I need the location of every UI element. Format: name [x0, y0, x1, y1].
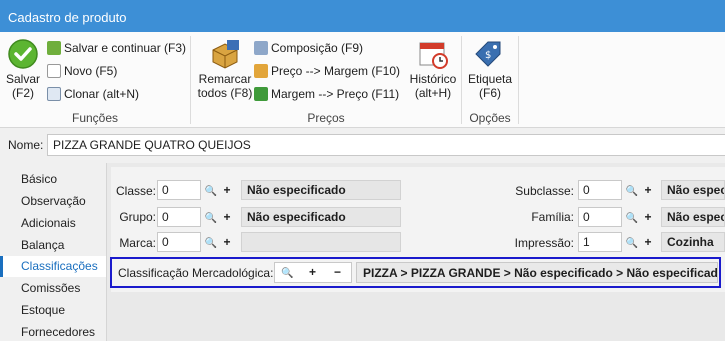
add-icon[interactable]: +: [219, 180, 235, 200]
salvar-continuar-label: Salvar e continuar (F3): [64, 41, 187, 55]
novo-button[interactable]: Novo (F5): [47, 62, 117, 80]
price-tag-icon: [254, 64, 268, 78]
name-bar: Nome: PIZZA GRANDE QUATRO QUEIJOS: [0, 131, 725, 157]
sidebar-item-basico[interactable]: Básico: [0, 169, 106, 190]
remarcar-button[interactable]: Remarcar todos (F8): [195, 38, 255, 100]
search-icon[interactable]: 🔍: [203, 234, 219, 254]
sidebar-item-observacao[interactable]: Observação: [0, 191, 106, 212]
clonar-button[interactable]: Clonar (alt+N): [47, 85, 139, 103]
familia-input[interactable]: 0: [578, 207, 622, 227]
grupo-input[interactable]: 0: [157, 207, 201, 227]
label-tag-icon: $: [474, 38, 506, 70]
grupo-actions: 🔍 +: [203, 207, 239, 227]
classe-input[interactable]: 0: [157, 180, 201, 200]
group-label-precos: Preços: [307, 111, 345, 125]
etiqueta-button[interactable]: $ Etiqueta (F6): [466, 38, 514, 100]
checkmark-icon: [7, 38, 39, 70]
subclasse-input[interactable]: 0: [578, 180, 622, 200]
familia-description: Não especificado: [661, 207, 725, 227]
search-icon[interactable]: 🔍: [203, 209, 219, 229]
salvar-label: Salvar (F2): [5, 72, 40, 100]
remove-icon[interactable]: −: [325, 263, 350, 282]
remarcar-label: Remarcar todos (F8): [197, 72, 253, 100]
sidebar-item-adicionais[interactable]: Adicionais: [0, 213, 106, 234]
add-icon[interactable]: +: [640, 232, 656, 252]
salvar-continuar-button[interactable]: Salvar e continuar (F3): [47, 39, 186, 57]
sidebar-item-classificacoes[interactable]: Classificações: [0, 256, 106, 277]
dollar-icon: [254, 87, 268, 101]
impressao-description: Cozinha: [661, 232, 725, 252]
new-document-icon: [47, 64, 61, 78]
search-icon[interactable]: 🔍: [275, 264, 300, 283]
marca-actions: 🔍 +: [203, 232, 239, 252]
marca-label: Marca:: [119, 236, 156, 250]
subclasse-label: Subclasse:: [515, 184, 574, 198]
svg-text:$: $: [485, 50, 491, 61]
grupo-description: Não especificado: [241, 207, 401, 227]
historico-button[interactable]: Histórico (alt+H): [405, 38, 461, 100]
impressao-actions: 🔍 +: [624, 232, 660, 252]
margem-preco-label: Margem --> Preço (F11): [271, 87, 400, 101]
clone-icon: [47, 87, 61, 101]
marca-input[interactable]: 0: [157, 232, 201, 252]
historico-label: Histórico (alt+H): [409, 72, 457, 100]
group-opcoes: $ Etiqueta (F6) Opções: [462, 32, 518, 128]
search-icon[interactable]: 🔍: [624, 234, 640, 254]
calendar-icon: [417, 38, 449, 70]
sidebar-item-estoque[interactable]: Estoque: [0, 300, 106, 321]
clonar-label: Clonar (alt+N): [64, 87, 140, 101]
grupo-label: Grupo:: [119, 210, 156, 224]
add-icon[interactable]: +: [640, 180, 656, 200]
group-precos: Remarcar todos (F8) Composição (F9) Preç…: [191, 32, 461, 128]
novo-label: Novo (F5): [64, 64, 118, 78]
etiqueta-label: Etiqueta (F6): [467, 72, 513, 100]
name-label: Nome:: [8, 138, 44, 152]
name-input[interactable]: PIZZA GRANDE QUATRO QUEIJOS: [47, 134, 725, 156]
composicao-button[interactable]: Composição (F9): [254, 39, 363, 57]
search-icon[interactable]: 🔍: [624, 182, 640, 202]
classe-actions: 🔍 +: [203, 180, 239, 200]
sidebar-item-fornecedores[interactable]: Fornecedores: [0, 322, 106, 341]
subclasse-description: Não especificado: [661, 180, 725, 200]
window-title: Cadastro de produto: [0, 0, 725, 32]
classe-label: Classe:: [115, 184, 156, 198]
group-label-funcoes: Funções: [71, 111, 119, 125]
add-icon[interactable]: +: [300, 263, 325, 282]
preco-margem-label: Preço --> Margem (F10): [271, 64, 401, 78]
sidebar: Básico Observação Adicionais Balança Cla…: [0, 163, 106, 341]
search-icon[interactable]: 🔍: [624, 209, 640, 229]
margem-preco-button[interactable]: Margem --> Preço (F11): [254, 85, 399, 103]
mercadologica-label: Classificação Mercadológica:: [118, 266, 274, 280]
mercadologica-path: PIZZA > PIZZA GRANDE > Não especificado …: [356, 262, 718, 283]
preco-margem-button[interactable]: Preço --> Margem (F10): [254, 62, 400, 80]
group-funcoes: Salvar (F2) Salvar e continuar (F3) Novo…: [0, 32, 190, 128]
group-label-opcoes: Opções: [469, 111, 511, 125]
familia-label: Família:: [531, 210, 574, 224]
ribbon: Salvar (F2) Salvar e continuar (F3) Novo…: [0, 32, 725, 128]
marca-description: [241, 232, 401, 252]
mercadologica-actions: 🔍 + −: [274, 262, 352, 283]
add-icon[interactable]: +: [219, 207, 235, 227]
composicao-label: Composição (F9): [271, 41, 364, 55]
impressao-input[interactable]: 1: [578, 232, 622, 252]
subclasse-actions: 🔍 +: [624, 180, 660, 200]
add-icon[interactable]: +: [219, 232, 235, 252]
ribbon-divider: [518, 36, 519, 124]
composition-icon: [254, 41, 268, 55]
classificacao-mercadologica: Classificação Mercadológica: 🔍 + − PIZZA >…: [110, 257, 721, 288]
familia-actions: 🔍 +: [624, 207, 660, 227]
impressao-label: Impressão:: [514, 236, 574, 250]
add-icon[interactable]: +: [640, 207, 656, 227]
sidebar-item-comissoes[interactable]: Comissões: [0, 278, 106, 299]
sidebar-item-balanca[interactable]: Balança: [0, 235, 106, 256]
search-icon[interactable]: 🔍: [203, 182, 219, 202]
boxes-icon: [209, 38, 241, 70]
salvar-button[interactable]: Salvar (F2): [4, 38, 42, 100]
classe-description: Não especificado: [241, 180, 401, 200]
save-refresh-icon: [47, 41, 61, 55]
